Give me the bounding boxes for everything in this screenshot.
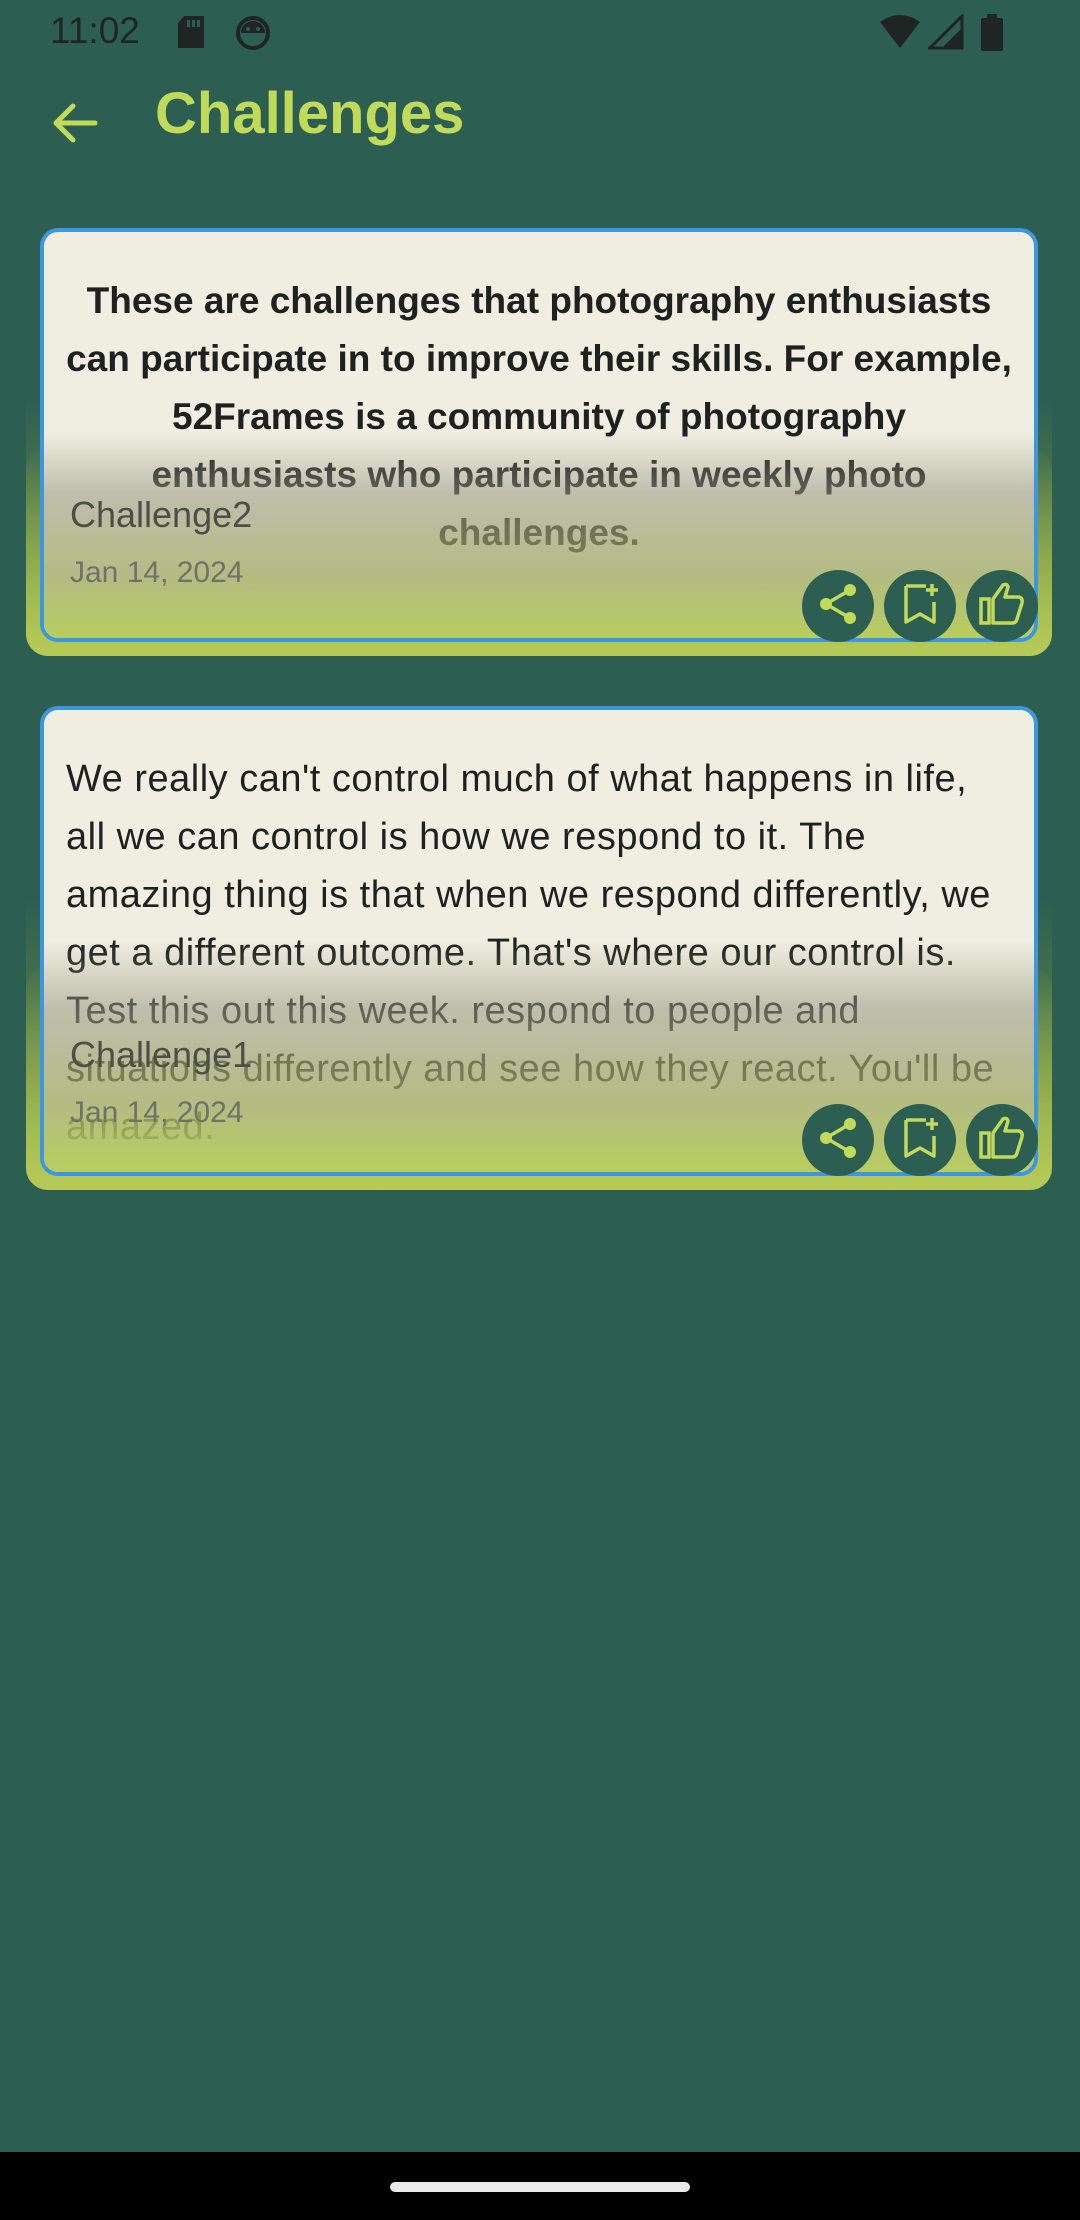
app-bar: Challenges [0,66,1080,176]
arrow-left-icon [49,97,101,153]
like-button[interactable] [966,570,1038,642]
thumb-up-icon [977,1113,1027,1167]
card-title: Challenge1 [70,1034,253,1075]
card-surface: We really can't control much of what hap… [40,706,1038,1176]
share-icon [814,1114,862,1166]
bookmark-add-button[interactable] [884,570,956,642]
share-icon [814,580,862,632]
android-debug-icon [234,14,272,52]
challenge-card[interactable]: These are challenges that photography en… [26,228,1052,656]
card-surface: These are challenges that photography en… [40,228,1038,642]
bookmark-add-button[interactable] [884,1104,956,1176]
share-button[interactable] [802,1104,874,1176]
screen: 11:02 Challenges These are challenges th… [0,0,1080,2220]
bookmark-add-icon [896,580,944,632]
signal-icon [926,12,964,52]
challenge-card[interactable]: We really can't control much of what hap… [26,706,1052,1190]
battery-icon [980,14,1004,52]
card-date: Jan 14, 2024 [70,1096,244,1129]
thumb-up-icon [977,579,1027,633]
share-button[interactable] [802,570,874,642]
like-button[interactable] [966,1104,1038,1176]
bookmark-add-icon [896,1114,944,1166]
home-indicator[interactable] [390,2182,690,2192]
sd-card-icon [176,14,206,52]
status-bar: 11:02 [0,0,1080,66]
back-button[interactable] [40,90,110,160]
wifi-icon [880,14,920,52]
navigation-bar [0,2152,1080,2220]
status-time: 11:02 [50,10,140,51]
card-date: Jan 14, 2024 [70,556,244,589]
page-title: Challenges [155,81,465,146]
card-title: Challenge2 [70,494,253,535]
